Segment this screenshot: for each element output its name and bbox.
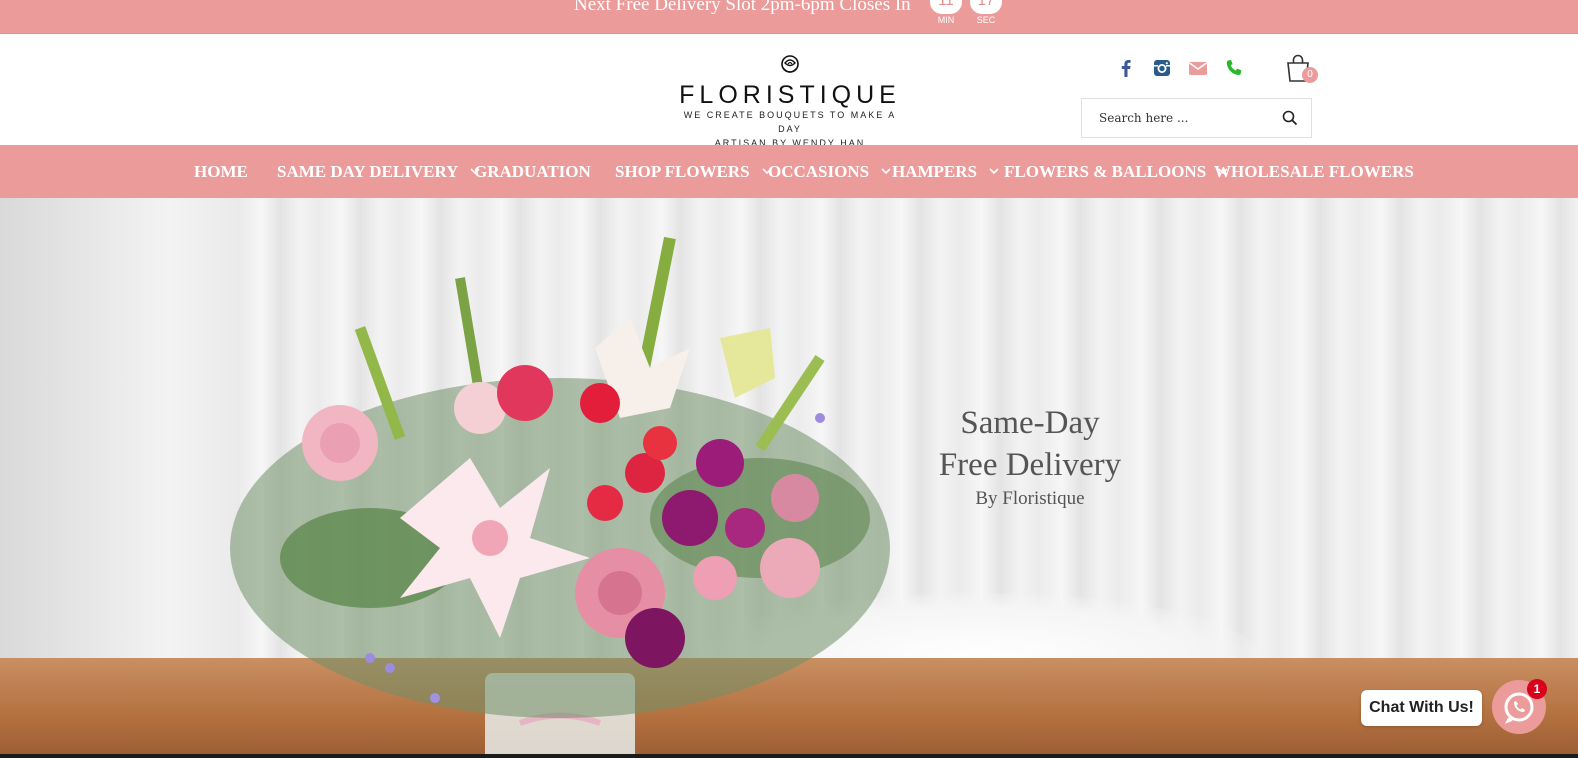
- countdown-seconds-value: 17: [970, 0, 1002, 14]
- cart-count-badge: 0: [1302, 67, 1318, 83]
- main-nav: HOME SAME DAY DELIVERY GRADUATION SHOP F…: [0, 145, 1578, 198]
- phone-icon[interactable]: [1224, 58, 1244, 78]
- nav-item-shop-flowers[interactable]: SHOP FLOWERS: [615, 145, 772, 198]
- nav-item-home[interactable]: HOME: [194, 145, 248, 198]
- hero-title: Same-Day: [960, 405, 1100, 441]
- countdown-minutes-label: MIN: [937, 15, 955, 25]
- logo-tagline: WE CREATE BOUQUETS TO MAKE A DAY: [683, 110, 897, 134]
- nav-item-graduation[interactable]: GRADUATION: [474, 145, 591, 198]
- hero-byline: By Floristique: [975, 488, 1085, 509]
- countdown-seconds: 17 SEC: [970, 0, 1002, 26]
- nav-item-label: SHOP FLOWERS: [615, 162, 750, 181]
- countdown-minutes: 11 MIN: [930, 0, 962, 26]
- logo-name: FLORISTIQUE: [679, 81, 901, 109]
- countdown-seconds-label: SEC: [976, 15, 996, 25]
- hero-banner[interactable]: Same-Day Free Delivery By Floristique: [0, 198, 1578, 754]
- rose-logo-icon: [781, 55, 799, 73]
- chevron-down-icon: [881, 168, 891, 175]
- instagram-icon[interactable]: [1152, 58, 1172, 78]
- chat-label[interactable]: Chat With Us!: [1361, 690, 1482, 726]
- email-icon[interactable]: [1188, 58, 1208, 78]
- nav-item-label: WHOLESALE FLOWERS: [1214, 162, 1414, 181]
- search-input[interactable]: [1097, 110, 1281, 126]
- countdown-minutes-value: 11: [930, 0, 962, 14]
- chat-notification-badge: 1: [1527, 679, 1547, 699]
- hero-subtitle: Free Delivery: [938, 447, 1122, 483]
- nav-item-label: OCCASIONS: [768, 162, 870, 181]
- nav-item-label: HAMPERS: [892, 162, 977, 181]
- facebook-icon[interactable]: [1116, 58, 1136, 78]
- nav-item-label: FLOWERS & BALLOONS: [1004, 162, 1207, 181]
- nav-item-flowers-balloons[interactable]: FLOWERS & BALLOONS: [1004, 145, 1228, 198]
- nav-item-same-day-delivery[interactable]: SAME DAY DELIVERY: [277, 145, 480, 198]
- hero-caption: Same-Day Free Delivery By Floristique: [915, 403, 1145, 511]
- nav-item-label: GRADUATION: [474, 162, 591, 181]
- chevron-down-icon: [989, 168, 999, 175]
- nav-item-wholesale-flowers[interactable]: WHOLESALE FLOWERS: [1214, 145, 1414, 198]
- site-header: FLORISTIQUE WE CREATE BOUQUETS TO MAKE A…: [0, 34, 1578, 148]
- site-logo[interactable]: FLORISTIQUE WE CREATE BOUQUETS TO MAKE A…: [670, 54, 910, 150]
- flower-bouquet-image: [230, 236, 890, 754]
- promo-text: Next Free Delivery Slot 2pm-6pm Closes I…: [574, 0, 911, 15]
- nav-item-occasions[interactable]: OCCASIONS: [768, 145, 891, 198]
- promo-bar: Next Free Delivery Slot 2pm-6pm Closes I…: [0, 0, 1578, 34]
- nav-item-hampers[interactable]: HAMPERS: [892, 145, 999, 198]
- search-icon[interactable]: [1281, 109, 1299, 127]
- nav-item-label: HOME: [194, 162, 248, 181]
- search-box: [1081, 98, 1312, 138]
- social-links: [1116, 58, 1244, 78]
- nav-item-label: SAME DAY DELIVERY: [277, 162, 459, 181]
- countdown-timer: 11 MIN 17 SEC :: [930, 0, 1002, 26]
